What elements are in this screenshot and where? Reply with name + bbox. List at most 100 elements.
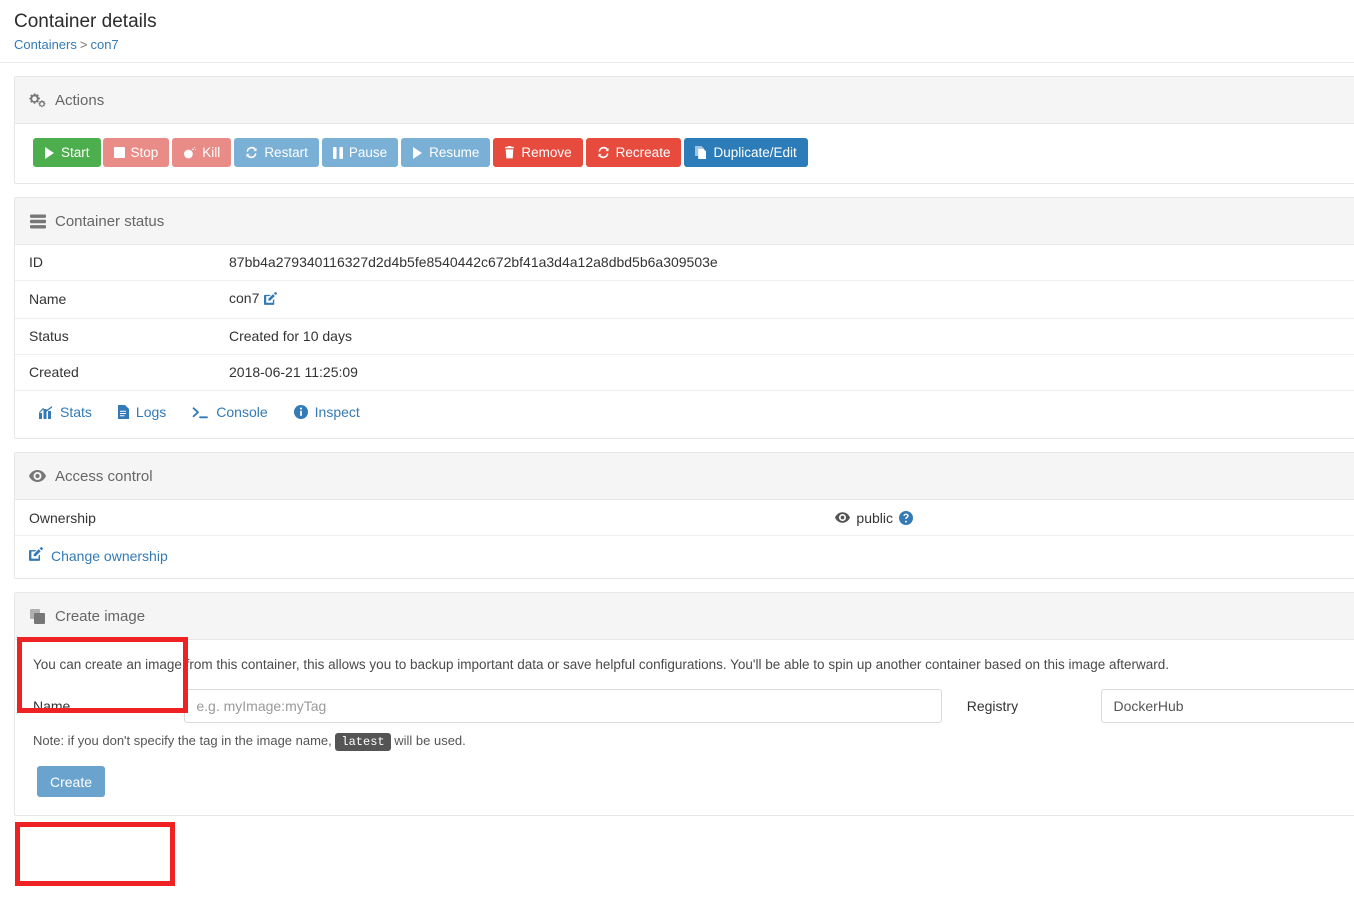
container-status-heading: Container status (15, 198, 1354, 245)
image-name-input[interactable] (184, 689, 942, 723)
refresh-icon (245, 146, 258, 159)
access-control-panel: Access control Ownership public Change o… (14, 452, 1354, 579)
actions-button-row: Start Stop Kill Restart Pause Resume Rem… (15, 124, 1354, 183)
logs-link-label: Logs (135, 404, 167, 420)
access-control-title: Access control (55, 467, 153, 485)
stop-button[interactable]: Stop (102, 138, 170, 167)
row-value-id: 87bb4a279340116327d2d4b5fe8540442c672bf4… (229, 254, 718, 270)
breadcrumb: Containers > con7 (14, 36, 1354, 53)
stop-icon (113, 147, 125, 158)
create-image-title: Create image (55, 607, 146, 625)
row-value-created: 2018-06-21 11:25:09 (215, 354, 1354, 390)
ownership-label: Ownership (29, 509, 96, 526)
note-tag-code: latest (335, 733, 391, 751)
change-ownership-label: Change ownership (51, 547, 168, 564)
container-details-page: Container details Containers > con7 Action… (0, 0, 1354, 905)
note-prefix: Note: if you don't specify the tag in th… (33, 733, 332, 748)
note-suffix: will be used. (394, 733, 466, 748)
actions-panel: Actions Start Stop Kill Restart Pause Re… (14, 76, 1354, 184)
create-button-highlight (15, 822, 175, 886)
breadcrumb-root-link[interactable]: Containers (14, 37, 77, 52)
create-image-description: You can create an image from this contai… (33, 657, 1170, 672)
inspect-link-label: Inspect (314, 404, 360, 420)
remove-button-label: Remove (521, 145, 572, 160)
create-image-panel: Create image You can create an image fro… (14, 592, 1354, 816)
info-circle-icon (293, 405, 308, 419)
table-row: Name con7 (15, 280, 1354, 319)
question-circle-icon[interactable] (899, 510, 913, 525)
ownership-value-label: public (856, 509, 893, 526)
ownership-value-group: public (835, 510, 913, 526)
row-key-status: Status (15, 318, 215, 355)
resume-button[interactable]: Resume (401, 138, 491, 167)
recreate-button[interactable]: Recreate (585, 138, 682, 167)
remove-button[interactable]: Remove (493, 138, 583, 167)
container-status-link-bar: Stats Logs Console Inspect (15, 390, 1354, 438)
page-header: Container details Containers > con7 (0, 0, 1354, 63)
refresh-icon (597, 146, 610, 159)
kill-button[interactable]: Kill (172, 138, 232, 167)
actions-panel-heading: Actions (15, 77, 1354, 124)
gears-icon (29, 92, 46, 109)
create-image-form-row: Name Registry DockerHub (15, 676, 1354, 723)
image-name-label: Name (33, 698, 71, 714)
row-value-status: Created for 10 days (215, 318, 1354, 355)
change-ownership-link[interactable]: Change ownership (15, 536, 1354, 578)
page-title: Container details (14, 11, 157, 32)
stats-link[interactable]: Stats (39, 404, 92, 420)
clone-icon (29, 608, 46, 625)
logs-link[interactable]: Logs (117, 404, 167, 420)
row-value-name-cell: con7 (215, 280, 1354, 319)
pencil-square-icon[interactable] (264, 292, 278, 309)
breadcrumb-separator: > (79, 37, 88, 52)
row-value-name: con7 (229, 290, 260, 306)
restart-button[interactable]: Restart (234, 138, 319, 167)
pause-button[interactable]: Pause (321, 138, 399, 167)
table-row: ID 87bb4a279340116327d2d4b5fe8540442c672… (15, 245, 1354, 281)
console-link[interactable]: Console (192, 404, 268, 420)
chart-icon (39, 405, 53, 419)
resume-button-label: Resume (429, 145, 480, 160)
registry-label: Registry (966, 698, 1019, 714)
table-row: Created 2018-06-21 11:25:09 (15, 354, 1354, 390)
recreate-button-label: Recreate (615, 145, 671, 160)
stats-link-label: Stats (60, 404, 92, 420)
terminal-icon (192, 406, 209, 419)
start-button-label: Start (61, 145, 90, 160)
registry-select-value: DockerHub (1113, 698, 1184, 714)
pencil-square-icon (29, 547, 43, 564)
create-button-wrap: Create (15, 749, 1354, 815)
row-key-created: Created (15, 354, 215, 390)
ownership-row: Ownership public (15, 500, 1354, 536)
container-status-panel: Container status ID 87bb4a279340116327d2… (14, 197, 1354, 439)
eye-icon (29, 468, 46, 485)
stop-button-label: Stop (130, 145, 159, 160)
bomb-icon (183, 146, 197, 159)
play-icon (412, 146, 423, 159)
console-link-label: Console (216, 404, 268, 420)
table-row: Status Created for 10 days (15, 318, 1354, 355)
registry-select[interactable]: DockerHub (1101, 689, 1354, 723)
create-button[interactable]: Create (37, 766, 106, 797)
container-status-table: ID 87bb4a279340116327d2d4b5fe8540442c672… (15, 245, 1354, 390)
create-image-heading: Create image (15, 593, 1354, 640)
breadcrumb-current-link[interactable]: con7 (90, 37, 118, 52)
duplicate-edit-button[interactable]: Duplicate/Edit (684, 138, 808, 167)
actions-panel-title: Actions (55, 91, 105, 109)
pause-icon (332, 146, 343, 159)
copy-icon (695, 146, 707, 159)
inspect-link[interactable]: Inspect (293, 404, 360, 420)
start-button[interactable]: Start (33, 138, 101, 167)
duplicate-edit-button-label: Duplicate/Edit (713, 145, 797, 160)
server-icon (29, 213, 46, 230)
trash-icon (504, 146, 515, 159)
restart-button-label: Restart (264, 145, 308, 160)
row-key-name: Name (15, 280, 215, 319)
file-text-icon (117, 405, 129, 419)
image-tag-note: Note: if you don't specify the tag in th… (15, 723, 1354, 751)
access-control-heading: Access control (15, 453, 1354, 500)
pause-button-label: Pause (348, 145, 388, 160)
kill-button-label: Kill (202, 145, 221, 160)
row-key-id: ID (29, 254, 43, 270)
container-status-title: Container status (55, 212, 165, 230)
